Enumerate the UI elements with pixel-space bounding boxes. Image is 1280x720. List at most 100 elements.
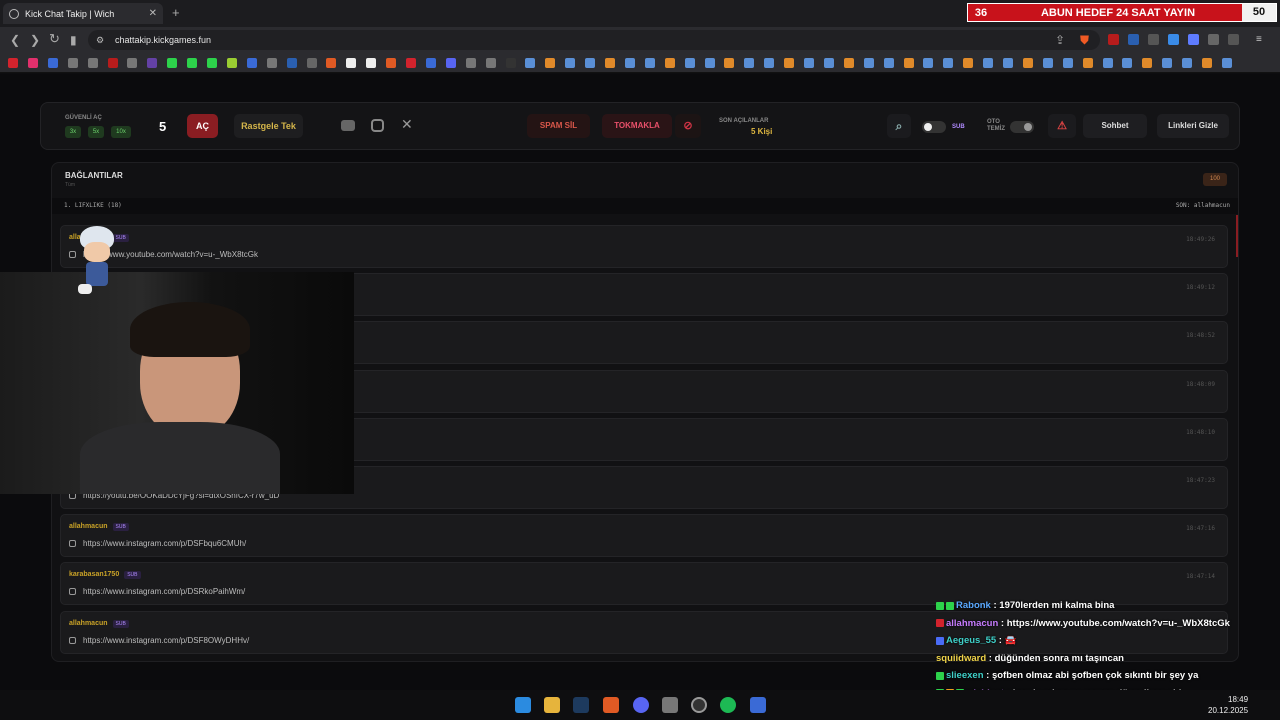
ublock-icon[interactable] (1108, 34, 1119, 45)
app-icon[interactable] (750, 697, 766, 713)
steam-icon[interactable] (573, 697, 589, 713)
bookmark-icon[interactable] (346, 58, 357, 68)
bookmark-icon[interactable] (943, 58, 954, 68)
bookmark-icon[interactable] (1022, 58, 1033, 68)
site-settings-icon[interactable]: ⚙ (96, 35, 104, 46)
app-icon[interactable] (662, 697, 678, 713)
bookmark-icon[interactable] (266, 58, 277, 68)
bookmark-icon[interactable] (107, 58, 118, 68)
row-link[interactable]: https://www.instagram.com/p/DSFbqu6CMUh/ (83, 539, 246, 548)
row-link[interactable]: https://www.instagram.com/p/DSF8OWyDHHv/ (83, 636, 249, 645)
sub-toggle[interactable] (922, 121, 946, 133)
menu-icon[interactable]: ≡ (1256, 34, 1267, 45)
bookmark-icon[interactable] (286, 58, 297, 68)
bookmark-icon[interactable] (406, 58, 416, 68)
bookmark-icon[interactable] (167, 58, 178, 68)
bookmark-icon[interactable] (983, 58, 994, 68)
extension-icon[interactable] (1148, 34, 1159, 45)
table-row[interactable]: allahmacunSUBhttps://www.youtube.com/wat… (60, 225, 1228, 268)
brave-icon[interactable] (603, 697, 619, 713)
bookmark-icon[interactable] (624, 58, 635, 68)
bookmark-icon[interactable] (1142, 58, 1153, 68)
new-tab-button[interactable]: + (172, 5, 180, 20)
bookmark-icon[interactable] (1202, 58, 1212, 68)
bookmark-icon[interactable] (1221, 58, 1232, 68)
bookmark-icon[interactable] (903, 58, 914, 68)
extension-icon[interactable] (1128, 34, 1139, 45)
bookmark-icon[interactable] (485, 58, 496, 68)
back-icon[interactable]: ❮ (10, 33, 20, 47)
bookmark-icon[interactable] (505, 58, 516, 68)
bookmark-icon[interactable] (386, 58, 397, 68)
spam-delete-button[interactable]: SPAM SİL (527, 114, 590, 138)
multiplier-3x[interactable]: 3x (65, 126, 81, 138)
puzzle-icon[interactable] (1208, 34, 1219, 45)
bookmark-icon[interactable] (784, 58, 795, 68)
open-button[interactable]: AÇ (187, 114, 218, 138)
bookmark-icon[interactable] (326, 58, 337, 68)
multiplier-5x[interactable]: 5x (88, 126, 104, 138)
bookmark-icon[interactable] (425, 58, 436, 68)
youtube-icon[interactable] (341, 120, 355, 131)
table-row[interactable]: allahmacun SUB https://www.instagram.com/p… (60, 514, 1228, 558)
bookmark-icon[interactable] (207, 58, 217, 68)
bookmark-icon[interactable] (445, 58, 456, 68)
bookmark-icon[interactable] (246, 58, 257, 68)
multiplier-10x[interactable]: 10x (111, 126, 131, 138)
bookmark-icon[interactable] (8, 58, 18, 68)
bookmark-icon[interactable] (1042, 58, 1053, 68)
bookmark-icon[interactable] (226, 58, 237, 68)
bookmark-icon[interactable] (306, 58, 317, 68)
url-input[interactable]: ⚙ chattakip.kickgames.fun (88, 30, 1100, 50)
bookmark-icon[interactable] (605, 58, 615, 68)
bookmark-icon[interactable] (1082, 58, 1093, 68)
bookmark-icon[interactable] (67, 58, 78, 68)
bookmark-icon[interactable] (823, 58, 834, 68)
bookmark-icon[interactable] (187, 58, 198, 68)
block-icon[interactable]: ⊘ (675, 114, 701, 138)
bookmark-icon[interactable] (1182, 58, 1193, 68)
close-tab-icon[interactable]: ✕ (149, 8, 157, 19)
bookmark-icon[interactable] (87, 58, 98, 68)
bookmark-icon[interactable] (366, 58, 377, 68)
hammer-button[interactable]: TOKMAKLA (602, 114, 672, 138)
bookmark-icon[interactable] (883, 58, 894, 68)
brave-shield-icon[interactable]: ⛊ (1080, 33, 1089, 48)
bookmark-icon[interactable] (525, 58, 536, 68)
instagram-icon[interactable] (371, 119, 384, 132)
sidebar-icon[interactable] (1228, 34, 1239, 45)
auto-clean-toggle[interactable] (1010, 121, 1034, 133)
extension-icon[interactable] (1168, 34, 1179, 45)
system-clock[interactable]: 18:49 20.12.2025 (1208, 694, 1248, 716)
bookmark-icon[interactable] (545, 58, 556, 68)
obs-icon[interactable] (691, 697, 707, 713)
bookmark-icon[interactable] (1122, 58, 1133, 68)
bookmark-icon[interactable] (644, 58, 655, 68)
bookmark-icon[interactable] (963, 58, 974, 68)
extension-icon[interactable] (1188, 34, 1199, 45)
random-button[interactable]: Rastgele Tek (234, 114, 303, 138)
bookmark-icon[interactable] (147, 58, 158, 68)
bookmark-icon[interactable] (127, 58, 138, 68)
scrollbar-thumb[interactable] (1236, 215, 1238, 257)
open-count[interactable]: 5 (159, 119, 166, 134)
start-icon[interactable] (515, 697, 531, 713)
bookmark-icon[interactable] (27, 58, 38, 68)
bookmark-icon[interactable] (1003, 58, 1013, 68)
bookmark-icon[interactable] (1102, 58, 1113, 68)
bookmark-icon[interactable] (684, 58, 695, 68)
bookmark-icon[interactable] (863, 58, 874, 68)
bookmark-icon[interactable] (585, 58, 596, 68)
bookmark-icon[interactable] (744, 58, 755, 68)
discord-icon[interactable] (633, 697, 649, 713)
bookmark-icon[interactable] (843, 58, 854, 68)
bookmark-icon[interactable] (465, 58, 476, 68)
bookmark-icon[interactable] (565, 58, 576, 68)
alert-icon[interactable]: ⚠ (1048, 114, 1076, 138)
hide-links-button[interactable]: Linkleri Gizle (1157, 114, 1229, 138)
x-icon[interactable]: ✕ (401, 116, 413, 133)
spotify-icon[interactable] (720, 697, 736, 713)
share-icon[interactable]: ⇪ (1055, 33, 1065, 47)
bookmark-icon[interactable] (764, 58, 775, 68)
bookmark-icon[interactable]: ▮ (70, 33, 77, 47)
